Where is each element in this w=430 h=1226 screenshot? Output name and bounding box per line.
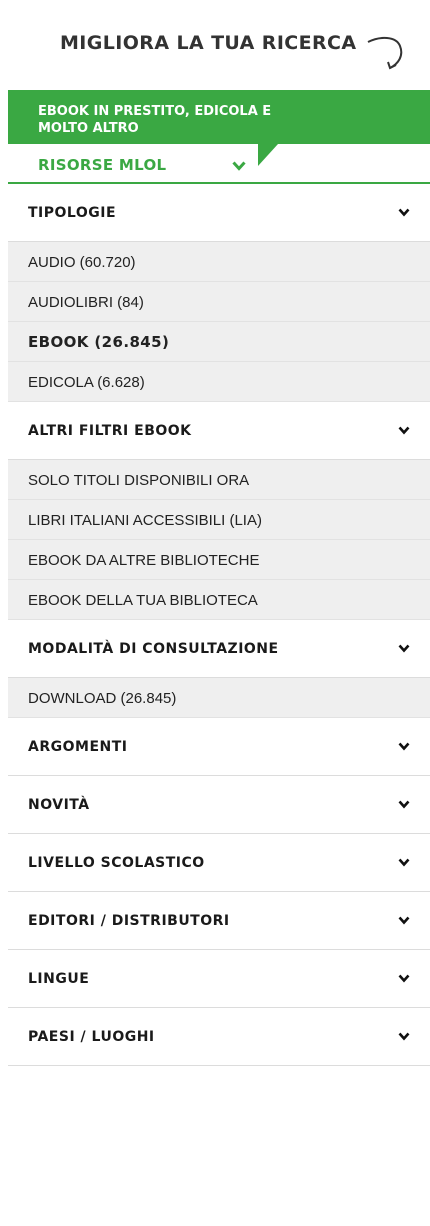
filter-item[interactable]: LIBRI ITALIANI ACCESSIBILI (LIA) — [8, 500, 430, 540]
refine-search-header: MIGLIORA LA TUA RICERCA — [0, 0, 430, 90]
mlol-banner[interactable]: EBOOK IN PRESTITO, EDICOLA E MOLTO ALTRO — [8, 90, 430, 166]
filter-item[interactable]: AUDIOLIBRI (84) — [8, 282, 430, 322]
filter-item-label: EDICOLA (6.628) — [28, 374, 145, 391]
filter-section-lingue[interactable]: LINGUE — [8, 950, 430, 1008]
filter-item-label: EBOOK (26.845) — [28, 333, 170, 351]
filter-item-label: SOLO TITOLI DISPONIBILI ORA — [28, 472, 250, 489]
filter-section-editori[interactable]: EDITORI / DISTRIBUTORI — [8, 892, 430, 950]
chevron-down-icon — [398, 1032, 410, 1041]
chevron-down-icon — [232, 161, 246, 171]
section-label: MODALITÀ DI CONSULTAZIONE — [28, 641, 279, 657]
chevron-down-icon — [398, 742, 410, 751]
mlol-resources-label: RISORSE MLOL — [38, 156, 167, 174]
banner-line-1: EBOOK IN PRESTITO, EDICOLA E — [38, 104, 272, 119]
chevron-down-icon — [398, 426, 410, 435]
filter-section-argomenti[interactable]: ARGOMENTI — [8, 718, 430, 776]
banner-line-2: MOLTO ALTRO — [38, 121, 139, 136]
filter-item-label: LIBRI ITALIANI ACCESSIBILI (LIA) — [28, 512, 262, 529]
filter-item-label: EBOOK DA ALTRE BIBLIOTECHE — [28, 552, 260, 569]
filter-section-paesi[interactable]: PAESI / LUOGHI — [8, 1008, 430, 1066]
filter-item-selected[interactable]: EBOOK (26.845) — [8, 322, 430, 362]
filter-item-label: AUDIOLIBRI (84) — [28, 294, 144, 311]
section-label: LIVELLO SCOLASTICO — [28, 855, 205, 871]
filter-section-tipologie[interactable]: TIPOLOGIE — [8, 184, 430, 242]
chevron-down-icon — [398, 644, 410, 653]
section-label: TIPOLOGIE — [28, 205, 117, 221]
filter-section-livello[interactable]: LIVELLO SCOLASTICO — [8, 834, 430, 892]
filter-item[interactable]: DOWNLOAD (26.845) — [8, 678, 430, 718]
chevron-down-icon — [398, 858, 410, 867]
section-label: PAESI / LUOGHI — [28, 1029, 155, 1045]
chevron-down-icon — [398, 800, 410, 809]
section-label: ALTRI FILTRI EBOOK — [28, 423, 192, 439]
section-label: LINGUE — [28, 971, 90, 987]
filter-item[interactable]: AUDIO (60.720) — [8, 242, 430, 282]
filter-item-label: EBOOK DELLA TUA BIBLIOTECA — [28, 592, 258, 609]
filter-item[interactable]: SOLO TITOLI DISPONIBILI ORA — [8, 460, 430, 500]
filter-item[interactable]: EDICOLA (6.628) — [8, 362, 430, 402]
filter-item-label: AUDIO (60.720) — [28, 254, 136, 271]
filter-section-altri-filtri[interactable]: ALTRI FILTRI EBOOK — [8, 402, 430, 460]
curved-arrow-icon — [367, 36, 403, 70]
filter-section-novita[interactable]: NOVITÀ — [8, 776, 430, 834]
chevron-down-icon — [398, 974, 410, 983]
section-label: EDITORI / DISTRIBUTORI — [28, 913, 230, 929]
filter-item[interactable]: EBOOK DELLA TUA BIBLIOTECA — [8, 580, 430, 620]
filter-section-modalita[interactable]: MODALITÀ DI CONSULTAZIONE — [8, 620, 430, 678]
filter-item[interactable]: EBOOK DA ALTRE BIBLIOTECHE — [8, 540, 430, 580]
chevron-down-icon — [398, 208, 410, 217]
chevron-down-icon — [398, 916, 410, 925]
section-label: NOVITÀ — [28, 797, 90, 813]
filter-item-label: DOWNLOAD (26.845) — [28, 690, 177, 707]
mlol-resources-toggle[interactable]: RISORSE MLOL — [8, 144, 430, 184]
section-label: ARGOMENTI — [28, 739, 128, 755]
refine-search-title: MIGLIORA LA TUA RICERCA — [60, 32, 357, 54]
